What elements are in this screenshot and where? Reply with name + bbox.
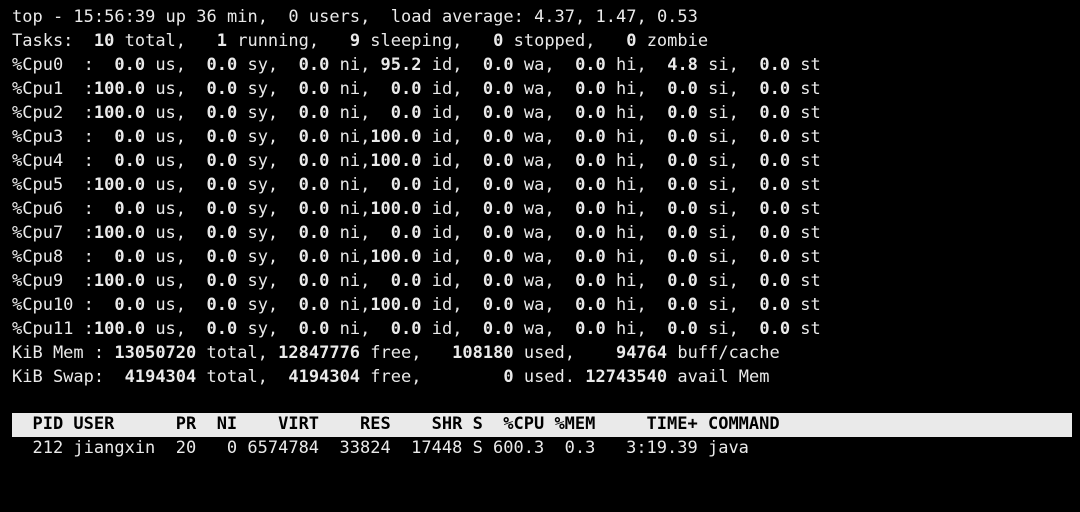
cpu-line-0: %Cpu0 : 0.0 us, 0.0 sy, 0.0 ni, 95.2 id,… xyxy=(12,54,1072,78)
cpu-line-4: %Cpu4 : 0.0 us, 0.0 sy, 0.0 ni,100.0 id,… xyxy=(12,150,1072,174)
top-summary: top - 15:56:39 up 36 min, 0 users, load … xyxy=(12,6,1072,30)
cpu-line-3: %Cpu3 : 0.0 us, 0.0 sy, 0.0 ni,100.0 id,… xyxy=(12,126,1072,150)
swap-line: KiB Swap: 4194304 total, 4194304 free, 0… xyxy=(12,366,1072,390)
cpu-line-2: %Cpu2 :100.0 us, 0.0 sy, 0.0 ni, 0.0 id,… xyxy=(12,102,1072,126)
cpu-line-9: %Cpu9 :100.0 us, 0.0 sy, 0.0 ni, 0.0 id,… xyxy=(12,270,1072,294)
cpu-line-5: %Cpu5 :100.0 us, 0.0 sy, 0.0 ni, 0.0 id,… xyxy=(12,174,1072,198)
tasks-summary: Tasks: 10 total, 1 running, 9 sleeping, … xyxy=(12,30,1072,54)
cpu-line-11: %Cpu11 :100.0 us, 0.0 sy, 0.0 ni, 0.0 id… xyxy=(12,318,1072,342)
cpu-line-8: %Cpu8 : 0.0 us, 0.0 sy, 0.0 ni,100.0 id,… xyxy=(12,246,1072,270)
blank-line xyxy=(12,390,1072,414)
process-row: 212 jiangxin 20 0 6574784 33824 17448 S … xyxy=(12,437,1072,461)
mem-line: KiB Mem : 13050720 total, 12847776 free,… xyxy=(12,342,1072,366)
process-table-header: PID USER PR NI VIRT RES SHR S %CPU %MEM … xyxy=(12,413,1072,437)
cpu-line-10: %Cpu10 : 0.0 us, 0.0 sy, 0.0 ni,100.0 id… xyxy=(12,294,1072,318)
cpu-line-6: %Cpu6 : 0.0 us, 0.0 sy, 0.0 ni,100.0 id,… xyxy=(12,198,1072,222)
cpu-line-7: %Cpu7 :100.0 us, 0.0 sy, 0.0 ni, 0.0 id,… xyxy=(12,222,1072,246)
cpu-line-1: %Cpu1 :100.0 us, 0.0 sy, 0.0 ni, 0.0 id,… xyxy=(12,78,1072,102)
